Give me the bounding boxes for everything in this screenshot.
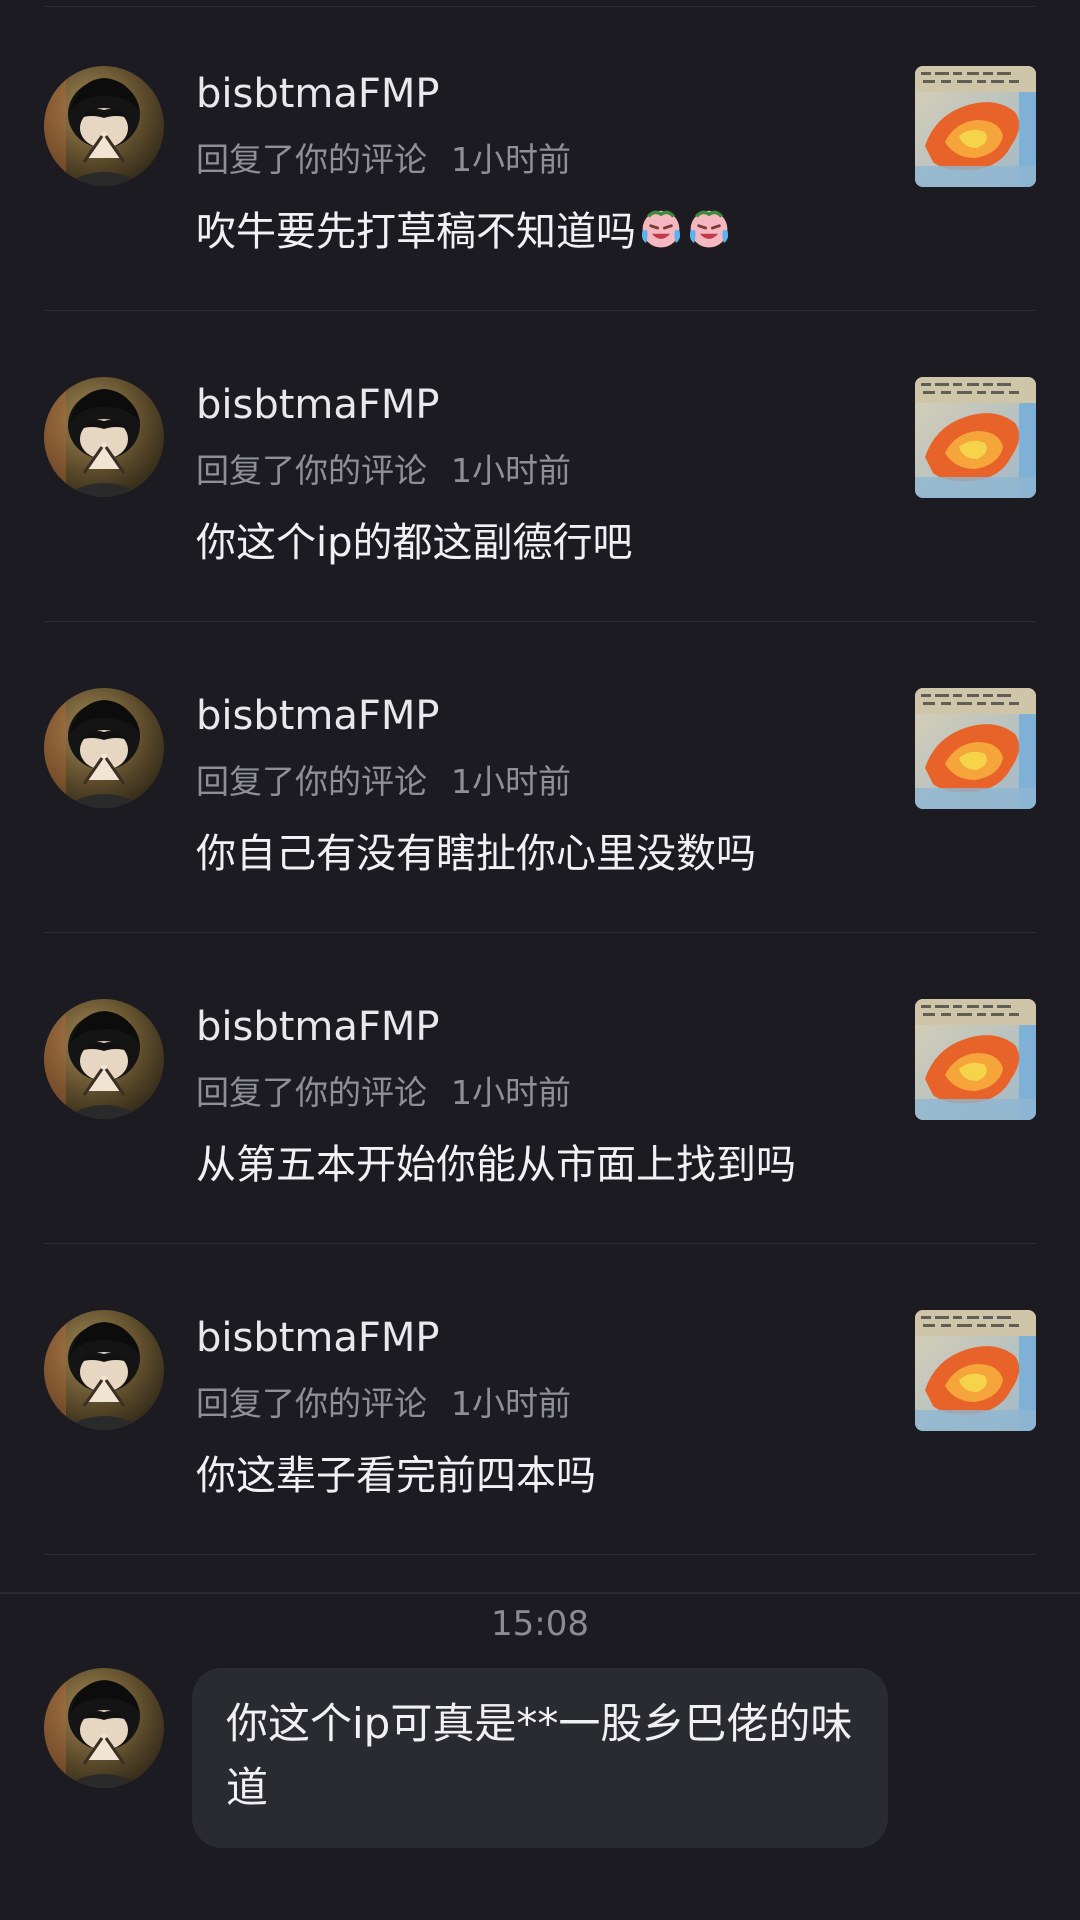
avatar[interactable] [44,1310,164,1430]
time-ago: 1小时前 [451,762,571,801]
avatar[interactable] [44,377,164,497]
comment-text: 吹牛要先打草稿不知道吗 [196,204,732,260]
username[interactable]: bisbtmaFMP [196,68,440,120]
time-ago: 1小时前 [451,451,571,490]
action-text: 回复了你的评论 [196,1073,427,1112]
time-ago: 1小时前 [451,140,571,179]
action-text: 回复了你的评论 [196,1384,427,1423]
notification-meta: 回复了你的评论 1小时前 [196,138,571,182]
notification-item[interactable]: bisbtmaFMP 回复了你的评论 1小时前 从第五本开始你能从市面上找到吗 [0,933,1080,1244]
notification-meta: 回复了你的评论 1小时前 [196,449,571,493]
username[interactable]: bisbtmaFMP [196,690,440,742]
notification-item[interactable]: bisbtmaFMP 回复了你的评论 1小时前 你这辈子看完前四本吗 [0,1244,1080,1555]
action-text: 回复了你的评论 [196,451,427,490]
post-thumbnail[interactable] [915,66,1036,187]
row-divider [44,1554,1036,1555]
message-bubble[interactable]: 你这个ip可真是**一股乡巴佬的味道 [192,1668,888,1848]
avatar[interactable] [44,66,164,186]
crying-laughing-emoji [638,205,684,251]
username[interactable]: bisbtmaFMP [196,1312,440,1364]
time-ago: 1小时前 [451,1384,571,1423]
section-divider [0,1592,1080,1594]
notification-meta: 回复了你的评论 1小时前 [196,1071,571,1115]
notification-item[interactable]: bisbtmaFMP 回复了你的评论 1小时前 你这个ip的都这副德行吧 [0,311,1080,622]
notification-item[interactable]: bisbtmaFMP 回复了你的评论 1小时前 你自己有没有瞎扯你心里没数吗 [0,622,1080,933]
username[interactable]: bisbtmaFMP [196,379,440,431]
notification-meta: 回复了你的评论 1小时前 [196,760,571,804]
time-ago: 1小时前 [451,1073,571,1112]
sender-avatar[interactable] [44,1668,164,1788]
comment-text: 你自己有没有瞎扯你心里没数吗 [196,831,756,877]
post-thumbnail[interactable] [915,688,1036,809]
comment-text: 你这个ip的都这副德行吧 [196,520,633,566]
notification-item[interactable]: bisbtmaFMP 回复了你的评论 1小时前 吹牛要先打草稿不知道吗 [0,0,1080,311]
post-thumbnail[interactable] [915,377,1036,498]
post-thumbnail[interactable] [915,1310,1036,1431]
avatar[interactable] [44,688,164,808]
avatar[interactable] [44,999,164,1119]
username[interactable]: bisbtmaFMP [196,1001,440,1053]
action-text: 回复了你的评论 [196,762,427,801]
notification-meta: 回复了你的评论 1小时前 [196,1382,571,1426]
action-text: 回复了你的评论 [196,140,427,179]
post-thumbnail[interactable] [915,999,1036,1120]
comment-text: 从第五本开始你能从市面上找到吗 [196,1142,796,1188]
chat-timestamp: 15:08 [491,1604,589,1644]
comment-body: 吹牛要先打草稿不知道吗 [196,209,636,255]
comment-text: 你这辈子看完前四本吗 [196,1453,596,1499]
crying-laughing-emoji [686,205,732,251]
